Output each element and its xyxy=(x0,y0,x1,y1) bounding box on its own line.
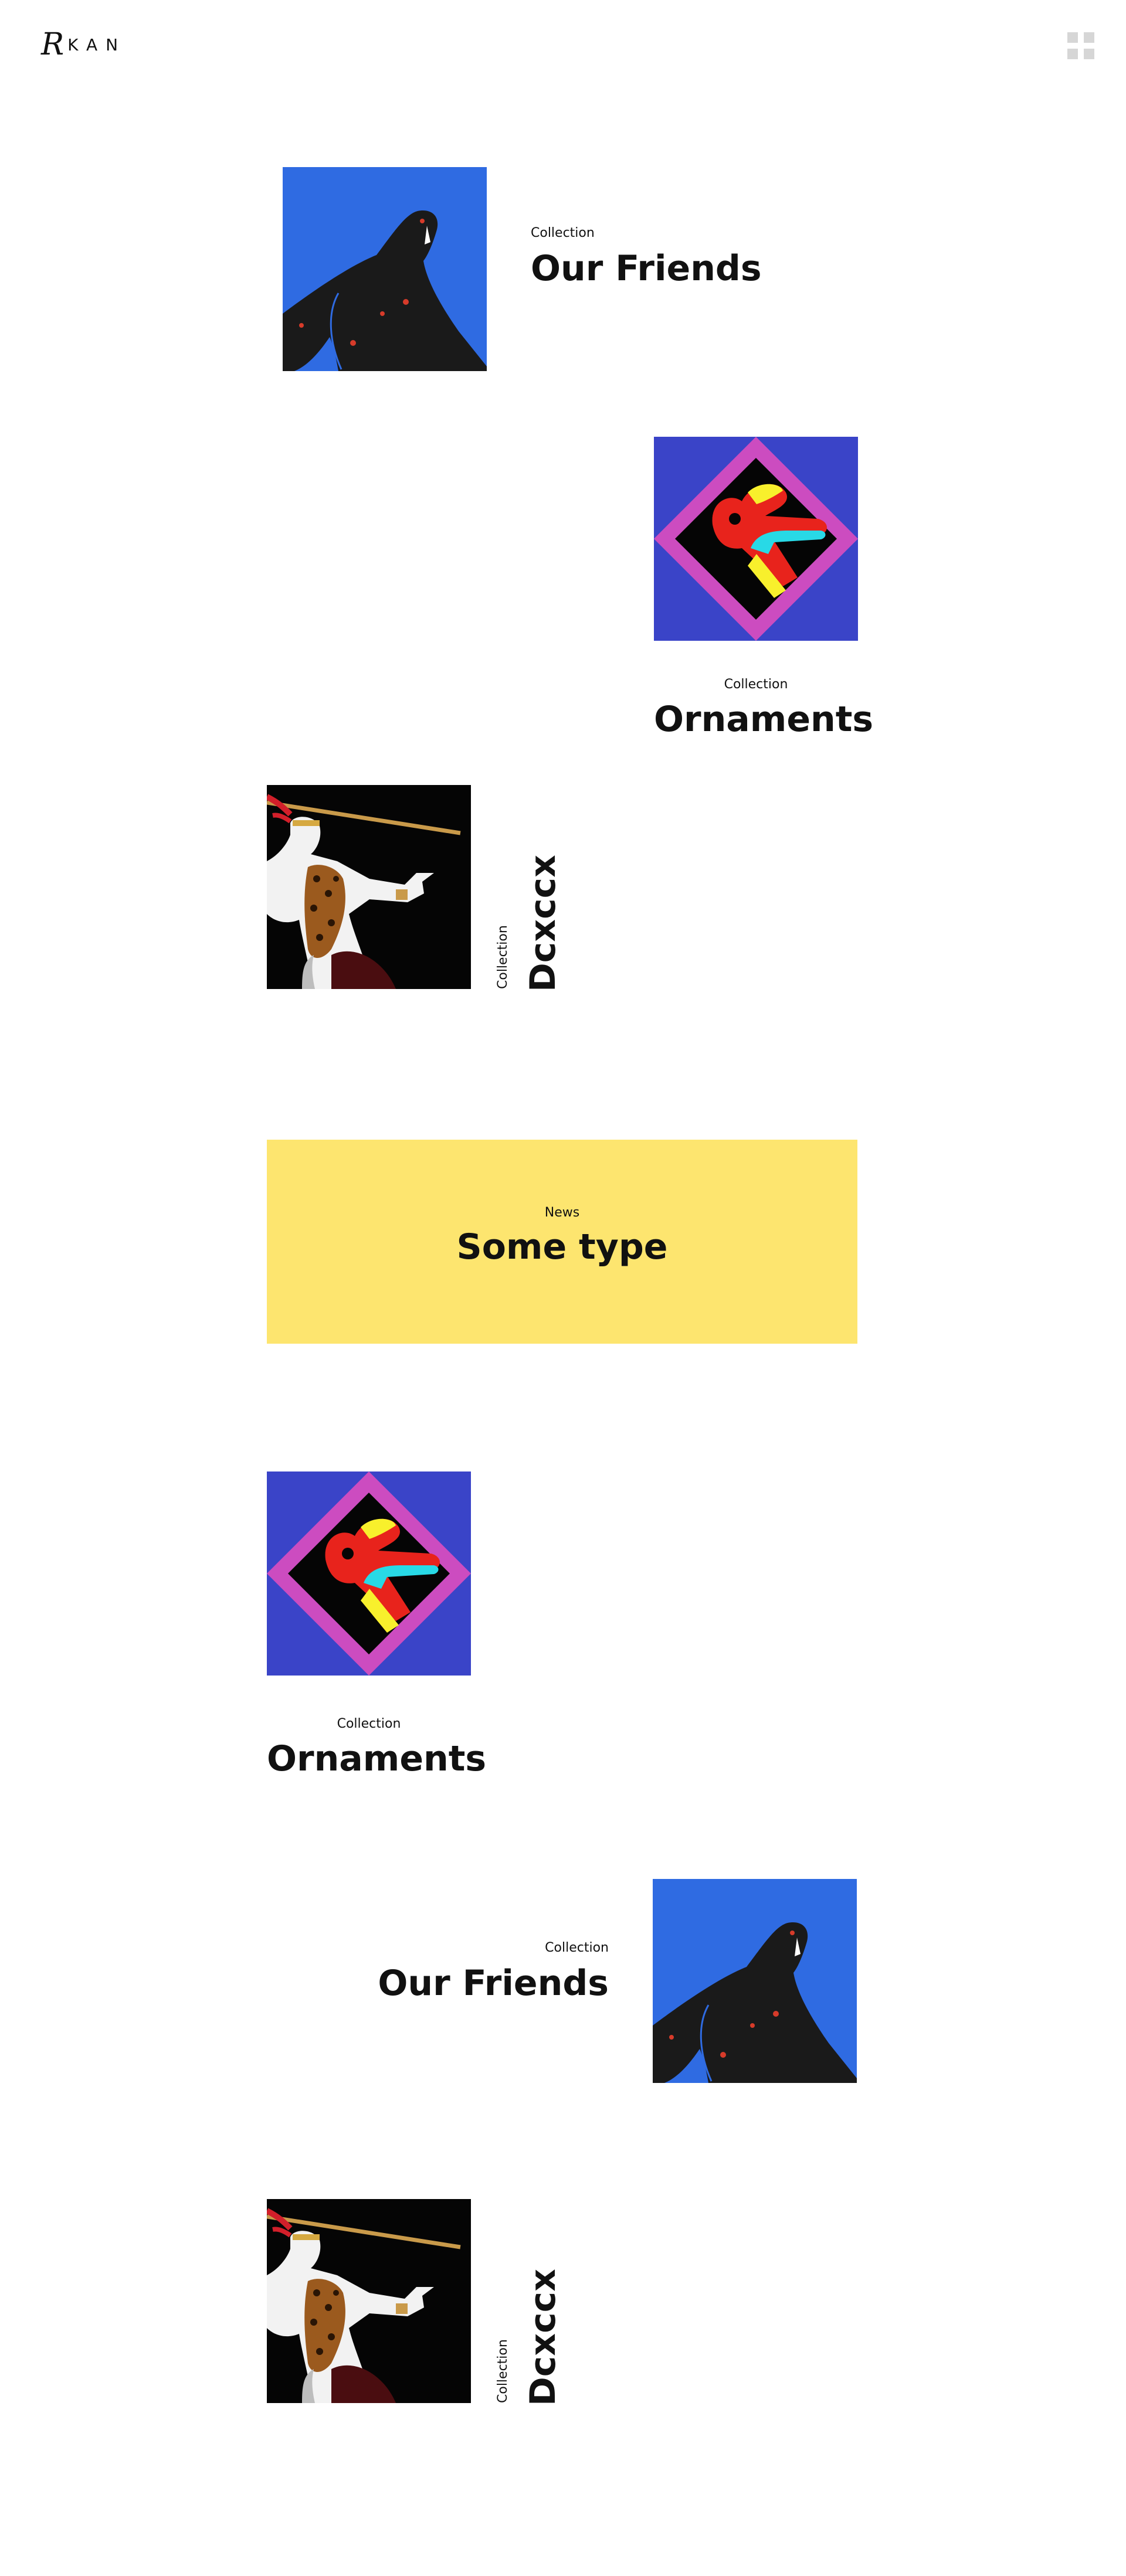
item-title[interactable]: Ornaments xyxy=(267,1739,486,1778)
collection-image-dcxccx[interactable] xyxy=(267,2199,471,2403)
menu-dot xyxy=(1084,32,1094,43)
logo-wordmark: KAN xyxy=(67,35,127,55)
blue-figure-artwork xyxy=(653,1879,857,2083)
item-title[interactable]: Ornaments xyxy=(654,700,873,739)
news-title[interactable]: Some type xyxy=(267,1228,857,1266)
logo-initial: R xyxy=(41,27,65,62)
item-title[interactable]: Dcxccx xyxy=(523,855,564,992)
collection-image-ornaments[interactable] xyxy=(267,1471,471,1676)
menu-dot xyxy=(1084,49,1094,59)
ornament-artwork xyxy=(654,437,858,641)
item-kicker: Collection xyxy=(496,925,510,989)
grid-menu-icon[interactable] xyxy=(1067,32,1096,60)
blue-figure-artwork xyxy=(283,167,487,371)
menu-dot xyxy=(1067,49,1078,59)
item-kicker: Collection xyxy=(531,226,595,240)
news-card[interactable]: News Some type xyxy=(267,1140,857,1344)
item-title[interactable]: Our Friends xyxy=(531,249,762,288)
news-kicker: News xyxy=(544,1205,580,1220)
item-kicker: Collection xyxy=(545,1941,609,1955)
collection-image-ornaments[interactable] xyxy=(654,437,858,641)
item-kicker: Collection xyxy=(724,677,788,692)
ornament-artwork xyxy=(267,1471,471,1676)
warrior-artwork xyxy=(267,785,471,989)
item-kicker: Collection xyxy=(496,2339,510,2403)
collection-image-our-friends[interactable] xyxy=(283,167,487,371)
collection-image-our-friends[interactable] xyxy=(653,1879,857,2083)
item-title[interactable]: Our Friends xyxy=(346,1964,609,2003)
dcxccx-vertical-label: Collection xyxy=(496,910,510,989)
collection-image-dcxccx[interactable] xyxy=(267,785,471,989)
menu-dot xyxy=(1067,32,1078,43)
site-logo[interactable]: R KAN xyxy=(41,27,123,62)
dcxccx-vertical-label: Collection xyxy=(496,2339,510,2403)
warrior-artwork xyxy=(267,2199,471,2403)
item-title[interactable]: Dcxccx xyxy=(523,2269,564,2406)
item-kicker: Collection xyxy=(337,1717,401,1731)
